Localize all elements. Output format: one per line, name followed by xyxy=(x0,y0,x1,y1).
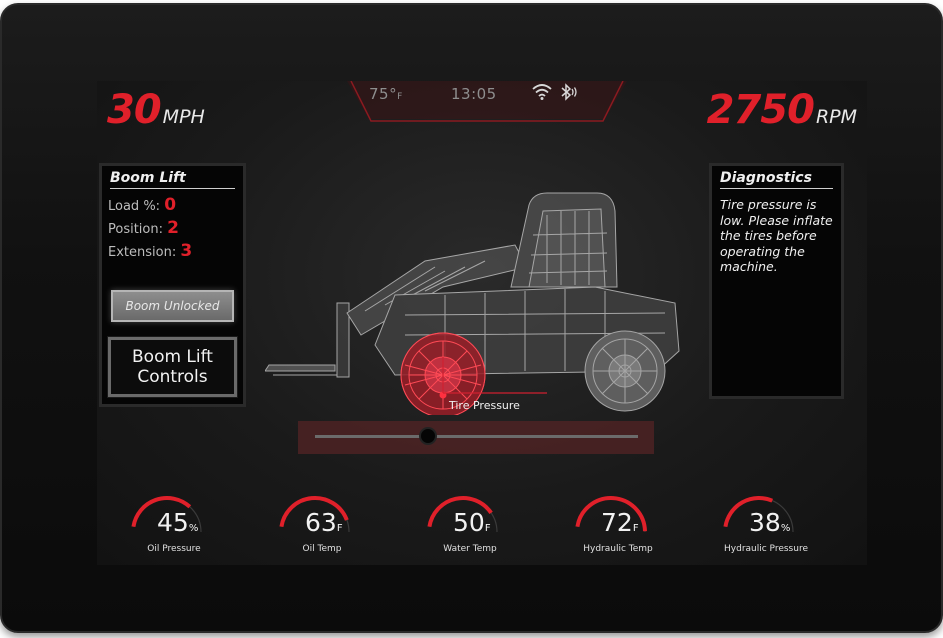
slider-track[interactable] xyxy=(315,435,638,438)
extension-value: 3 xyxy=(180,241,193,261)
tire-pressure-label: Tire Pressure xyxy=(449,399,520,412)
extension-stat: Extension: 3 xyxy=(102,239,243,262)
gauge-unit: F xyxy=(484,523,491,534)
dashboard-screen: 75°F 13:05 30 MPH 2750 RPM Boom Lift Loa… xyxy=(97,81,867,565)
position-value: 2 xyxy=(167,218,179,238)
gauge-unit: F xyxy=(632,523,639,534)
gauge-value: 45% xyxy=(157,508,198,537)
diagnostics-title: Diagnostics xyxy=(720,170,812,186)
gauge: 50F Water Temp xyxy=(415,484,525,562)
diagnostics-panel: Diagnostics Tire pressure is low. Please… xyxy=(709,163,844,399)
gauge-label: Water Temp xyxy=(443,544,497,554)
speed-unit: MPH xyxy=(162,106,205,128)
gauge-unit: F xyxy=(336,523,343,534)
gauge-value: 38% xyxy=(749,508,790,537)
gauge: 72F Hydraulic Temp xyxy=(563,484,673,562)
gauge-number: 72 xyxy=(601,508,633,537)
gauge: 63F Oil Temp xyxy=(267,484,377,562)
gauge-unit: % xyxy=(780,523,791,534)
gauge-number: 50 xyxy=(453,508,485,537)
boom-lift-panel: Boom Lift Load %: 0 Position: 2 Extensio… xyxy=(99,163,246,407)
speed-readout: 30 MPH xyxy=(107,87,205,133)
diagnostics-message: Tire pressure is low. Please inflate the… xyxy=(720,197,833,274)
extension-label: Extension: xyxy=(108,245,177,260)
wifi-icon xyxy=(531,83,553,105)
gauge: 45% Oil Pressure xyxy=(119,484,229,562)
gauge-label: Oil Pressure xyxy=(147,544,201,554)
position-label: Position: xyxy=(108,222,163,237)
controls-button-line1: Boom Lift xyxy=(132,347,213,367)
gauge-label: Hydraulic Temp xyxy=(583,544,653,554)
clock: 13:05 xyxy=(451,85,497,103)
boom-unlocked-button[interactable]: Boom Unlocked xyxy=(111,290,234,322)
callout-line xyxy=(442,357,547,394)
bluetooth-icon xyxy=(559,83,579,105)
load-stat: Load %: 0 xyxy=(102,193,243,216)
rpm-readout: 2750 RPM xyxy=(707,87,857,133)
gauge-value: 50F xyxy=(453,508,491,537)
rpm-unit: RPM xyxy=(815,106,857,128)
gauge: 38% Hydraulic Pressure xyxy=(711,484,821,562)
slider-thumb[interactable] xyxy=(419,427,438,445)
controls-button-line2: Controls xyxy=(137,367,208,387)
boom-lift-title: Boom Lift xyxy=(110,170,186,186)
position-stat: Position: 2 xyxy=(102,216,243,239)
gauge-label: Oil Temp xyxy=(302,544,342,554)
speed-value: 30 xyxy=(107,87,162,133)
gauge-number: 45 xyxy=(157,508,189,537)
divider xyxy=(110,188,235,189)
temperature-readout: 75°F xyxy=(369,85,403,103)
rpm-value: 2750 xyxy=(706,87,815,133)
gauge-label: Hydraulic Pressure xyxy=(724,544,808,554)
gauge-unit: % xyxy=(188,523,199,534)
status-bar: 75°F 13:05 xyxy=(347,81,627,129)
load-label: Load %: xyxy=(108,199,161,214)
gauge-value: 63F xyxy=(305,508,343,537)
gauge-number: 38 xyxy=(749,508,781,537)
gauge-number: 63 xyxy=(305,508,337,537)
boom-lift-controls-button[interactable]: Boom Lift Controls xyxy=(107,336,238,398)
gauge-value: 72F xyxy=(601,508,639,537)
load-value: 0 xyxy=(164,195,177,215)
